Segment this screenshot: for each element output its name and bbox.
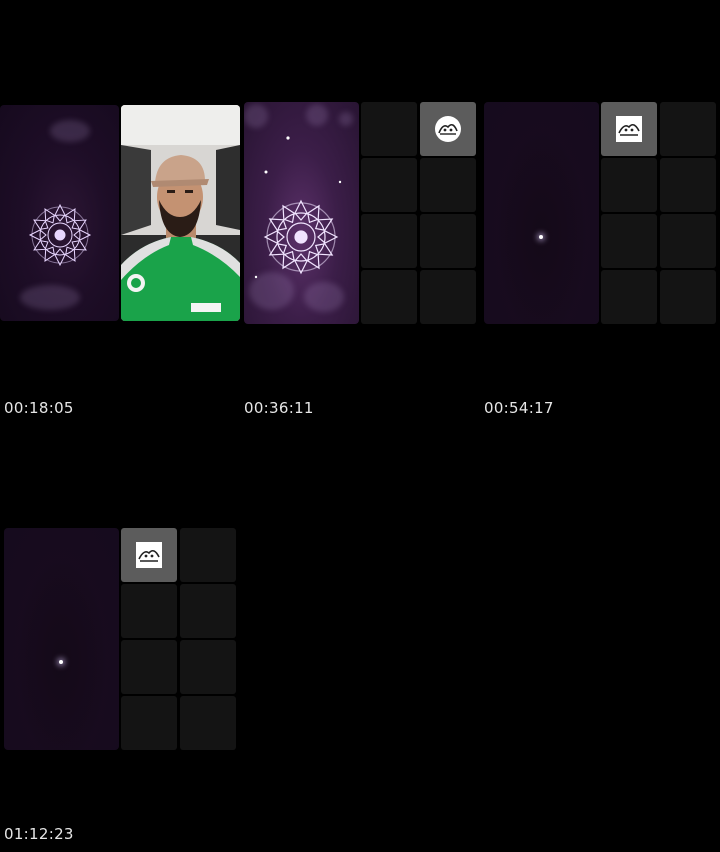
frame-4-dark-panel[interactable] [4,528,119,750]
grid-cell[interactable] [660,214,716,268]
app-logo-icon [435,116,461,142]
person-video-feed [121,105,240,321]
grid-cell[interactable] [660,102,716,156]
grid-cell[interactable] [180,696,236,750]
timestamp-4: 01:12:23 [4,825,74,843]
timestamp-1: 00:18:05 [4,399,74,417]
grid-cell[interactable] [660,158,716,212]
app-logo-icon [136,542,162,568]
glow-dot [59,660,63,664]
glow-dot [539,235,543,239]
grid-cell[interactable] [361,214,417,268]
logo-tile[interactable] [420,102,476,156]
grid-cell[interactable] [180,584,236,638]
grid-cell[interactable] [180,528,236,582]
grid-cell[interactable] [121,584,177,638]
grid-cell[interactable] [121,640,177,694]
grid-cell[interactable] [601,214,657,268]
frame-1-person-video[interactable] [121,105,240,321]
frame-3-dark-panel[interactable] [484,102,599,324]
grid-cell[interactable] [601,158,657,212]
grid-cell[interactable] [361,158,417,212]
grid-cell[interactable] [660,270,716,324]
timestamp-3: 00:54:17 [484,399,554,417]
grid-cell[interactable] [601,270,657,324]
mandala-icon [28,203,92,267]
frame-2-mandala-panel[interactable] [244,102,359,324]
grid-cell[interactable] [361,270,417,324]
grid-cell[interactable] [420,158,476,212]
grid-cell[interactable] [121,696,177,750]
grid-cell[interactable] [180,640,236,694]
grid-cell[interactable] [420,214,476,268]
mandala-icon [254,136,342,279]
frame-1-mandala-panel[interactable] [0,105,119,321]
grid-cell[interactable] [361,102,417,156]
logo-tile[interactable] [601,102,657,156]
app-logo-icon [616,116,642,142]
grid-cell[interactable] [420,270,476,324]
timestamp-2: 00:36:11 [244,399,314,417]
video-thumbnail-grid: 00:18:05 00:36:11 00:54:17 01:12:23 [0,0,720,852]
logo-tile[interactable] [121,528,177,582]
